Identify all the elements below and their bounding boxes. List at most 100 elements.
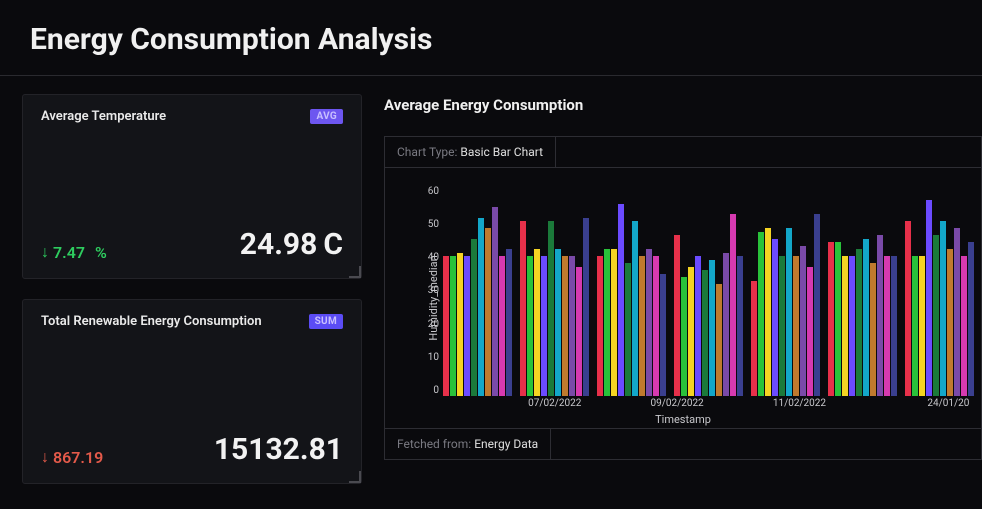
- bar[interactable]: [674, 235, 680, 396]
- bar[interactable]: [751, 281, 757, 397]
- bars-viewport: [443, 186, 975, 396]
- bar[interactable]: [555, 249, 561, 396]
- bar[interactable]: [583, 218, 589, 397]
- chart-type-value: Basic Bar Chart: [460, 145, 543, 159]
- plot-area: Humidity_median 0102030405060 07/02/2022…: [385, 168, 981, 428]
- bar[interactable]: [723, 253, 729, 397]
- stats-column: Average Temperature AVG ↓ 7.47 % 24.98C …: [22, 94, 362, 484]
- card-title: Total Renewable Energy Consumption: [41, 314, 262, 329]
- bar[interactable]: [856, 249, 862, 396]
- chart-column: Average Energy Consumption Chart Type: B…: [384, 94, 982, 484]
- bar[interactable]: [800, 246, 806, 396]
- chart-title: Average Energy Consumption: [384, 96, 982, 114]
- bar[interactable]: [520, 221, 526, 396]
- bar[interactable]: [478, 218, 484, 397]
- bar[interactable]: [492, 207, 498, 396]
- bar[interactable]: [912, 256, 918, 396]
- chart-type-selector[interactable]: Chart Type: Basic Bar Chart: [385, 137, 556, 167]
- bar[interactable]: [947, 249, 953, 396]
- bar[interactable]: [576, 267, 582, 397]
- bar[interactable]: [919, 256, 925, 396]
- bar[interactable]: [758, 232, 764, 397]
- bar[interactable]: [835, 242, 841, 396]
- y-tick: 50: [419, 219, 439, 230]
- bar[interactable]: [772, 239, 778, 397]
- bar[interactable]: [688, 267, 694, 397]
- bar[interactable]: [940, 221, 946, 396]
- bar[interactable]: [660, 274, 666, 397]
- bar[interactable]: [562, 256, 568, 396]
- fetched-value: Energy Data: [474, 437, 538, 451]
- bar[interactable]: [548, 221, 554, 396]
- bar[interactable]: [485, 228, 491, 396]
- bar[interactable]: [954, 228, 960, 396]
- avg-temperature-card: Average Temperature AVG ↓ 7.47 % 24.98C: [22, 94, 362, 279]
- bar[interactable]: [877, 235, 883, 396]
- y-tick: 60: [419, 186, 439, 197]
- bar[interactable]: [709, 260, 715, 397]
- delta-unit: %: [95, 243, 107, 262]
- bar[interactable]: [443, 256, 449, 396]
- bar[interactable]: [828, 242, 834, 396]
- bar[interactable]: [611, 249, 617, 396]
- bar[interactable]: [604, 249, 610, 396]
- bar[interactable]: [702, 270, 708, 396]
- bar[interactable]: [730, 214, 736, 396]
- x-tick: 24/01/20: [927, 398, 969, 409]
- bar[interactable]: [807, 267, 813, 397]
- bar[interactable]: [870, 263, 876, 396]
- bar[interactable]: [891, 256, 897, 396]
- value-number: 24.98: [240, 227, 318, 262]
- bar[interactable]: [968, 242, 974, 396]
- bar[interactable]: [863, 239, 869, 397]
- bar[interactable]: [793, 256, 799, 396]
- bar[interactable]: [849, 256, 855, 396]
- bar[interactable]: [695, 256, 701, 396]
- bar-chart[interactable]: [443, 186, 975, 396]
- bar[interactable]: [737, 256, 743, 396]
- value-number: 15132.81: [214, 432, 343, 467]
- bar[interactable]: [450, 256, 456, 396]
- bar[interactable]: [961, 256, 967, 396]
- bar[interactable]: [506, 249, 512, 396]
- delta-value: 7.47: [53, 243, 85, 262]
- bar[interactable]: [471, 239, 477, 397]
- bar[interactable]: [625, 263, 631, 396]
- bar[interactable]: [765, 228, 771, 396]
- bar[interactable]: [569, 256, 575, 396]
- bar[interactable]: [786, 228, 792, 396]
- bar[interactable]: [884, 256, 890, 396]
- bar[interactable]: [842, 256, 848, 396]
- value-unit: C: [323, 227, 343, 262]
- bar[interactable]: [618, 204, 624, 397]
- y-tick: 40: [419, 252, 439, 263]
- page-title: Energy Consumption Analysis: [0, 0, 982, 76]
- content-area: Average Temperature AVG ↓ 7.47 % 24.98C …: [0, 76, 982, 484]
- bar[interactable]: [527, 256, 533, 396]
- chart-panel: Chart Type: Basic Bar Chart Humidity_med…: [384, 136, 982, 460]
- bar[interactable]: [639, 256, 645, 396]
- x-tick: 11/02/2022: [773, 398, 826, 409]
- y-tick: 10: [419, 352, 439, 363]
- y-tick: 20: [419, 319, 439, 330]
- bar[interactable]: [933, 235, 939, 396]
- fetched-row: Fetched from: Energy Data: [385, 428, 981, 459]
- bar[interactable]: [905, 221, 911, 396]
- bar[interactable]: [541, 256, 547, 396]
- bar[interactable]: [597, 256, 603, 396]
- bar[interactable]: [534, 249, 540, 396]
- x-tick: 07/02/2022: [528, 398, 581, 409]
- bar[interactable]: [653, 256, 659, 396]
- bar[interactable]: [646, 249, 652, 396]
- bar[interactable]: [814, 214, 820, 396]
- bar[interactable]: [457, 253, 463, 397]
- renewable-value: 15132.81: [214, 432, 343, 467]
- bar[interactable]: [464, 256, 470, 396]
- bar[interactable]: [499, 256, 505, 396]
- bar[interactable]: [632, 221, 638, 396]
- bar[interactable]: [716, 284, 722, 396]
- bar[interactable]: [681, 277, 687, 396]
- y-tick: 30: [419, 285, 439, 296]
- bar[interactable]: [926, 200, 932, 396]
- bar[interactable]: [779, 256, 785, 396]
